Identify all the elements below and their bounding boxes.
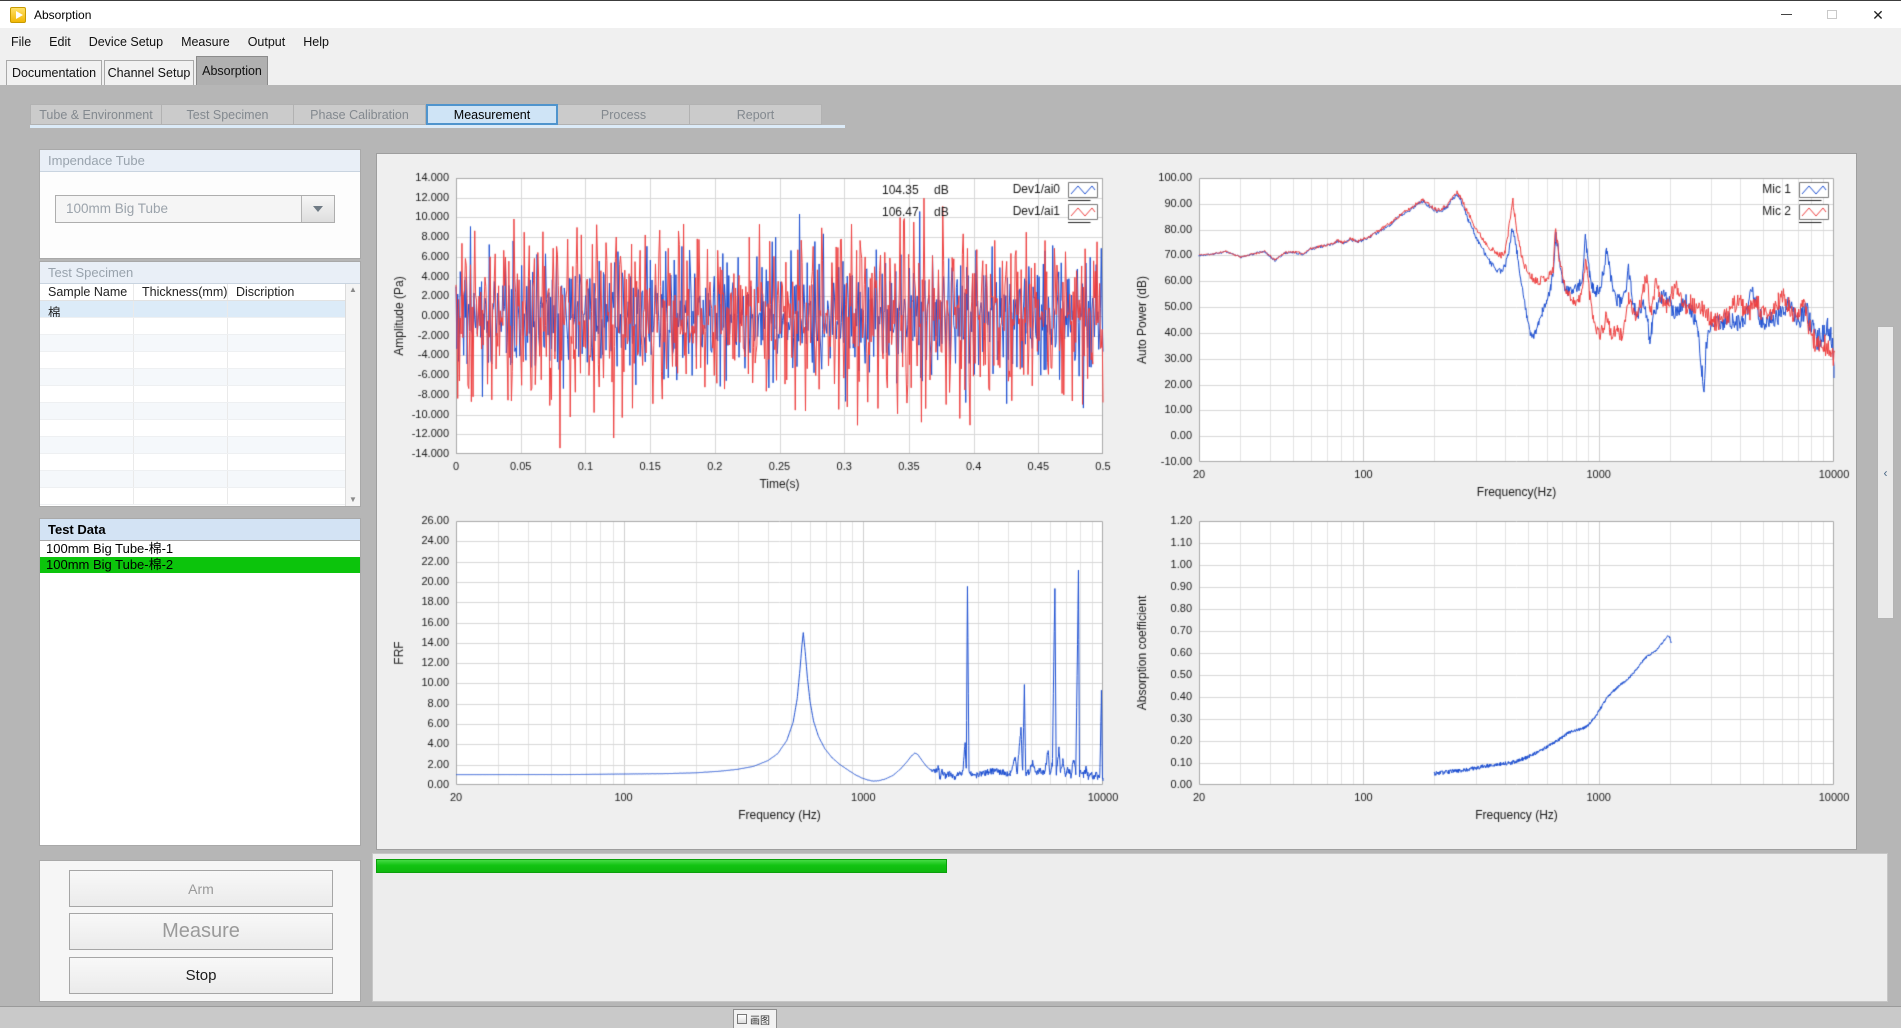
charts-panel (376, 153, 1857, 850)
tube-select-value: 100mm Big Tube (56, 196, 301, 222)
tube-select-combobox[interactable]: 100mm Big Tube (55, 195, 335, 223)
menu-measure[interactable]: Measure (172, 31, 239, 53)
close-button[interactable]: ✕ (1855, 1, 1901, 28)
scroll-down-icon[interactable]: ▼ (346, 495, 360, 505)
stop-button[interactable]: Stop (69, 957, 333, 994)
tab-report[interactable]: Report (690, 104, 822, 125)
measure-button[interactable]: Measure (69, 913, 333, 950)
window-controls: ✕ (1763, 1, 1901, 28)
list-item[interactable]: 100mm Big Tube-棉-2 (40, 557, 360, 573)
drawing-icon (737, 1014, 747, 1024)
chevron-left-icon: ‹ (1884, 466, 1888, 480)
test-data-header: Test Data (39, 518, 361, 540)
table-empty-row (40, 471, 345, 488)
table-empty-row (40, 454, 345, 471)
test-specimen-rows: Sample NameThickness(mm)Discription棉 (40, 284, 345, 506)
table-empty-row (40, 420, 345, 437)
maximize-icon (1827, 10, 1837, 19)
menu-output[interactable]: Output (239, 31, 295, 53)
table-cell (228, 301, 345, 317)
table-empty-row (40, 318, 345, 335)
tab-process[interactable]: Process (558, 104, 690, 125)
application-window: Absorption ✕ FileEditDevice SetupMeasure… (0, 0, 1901, 1028)
menu-device-setup[interactable]: Device Setup (80, 31, 172, 53)
bottom-panel (372, 853, 1888, 1002)
impedance-tube-group: Impendace Tube 100mm Big Tube (39, 149, 361, 259)
maximize-button[interactable] (1809, 1, 1855, 28)
list-item[interactable]: 100mm Big Tube-棉-1 (40, 541, 360, 557)
chevron-down-icon[interactable] (301, 196, 334, 222)
app-icon (10, 7, 26, 23)
impedance-tube-header: Impendace Tube (40, 150, 360, 172)
action-button-group: Arm Measure Stop (39, 860, 361, 1002)
column-header-discription: Discription (228, 284, 345, 300)
table-scrollbar[interactable]: ▲ ▼ (345, 284, 360, 506)
table-cell: 棉 (40, 301, 134, 317)
bottom-strip (0, 1006, 1901, 1028)
table-header-row: Sample NameThickness(mm)Discription (40, 284, 345, 301)
progress-fill (377, 860, 946, 872)
top-tab-bar: DocumentationChannel SetupAbsorption (0, 55, 1901, 85)
column-header-thickness-mm: Thickness(mm) (134, 284, 228, 300)
test-specimen-group: Test Specimen Sample NameThickness(mm)Di… (39, 261, 361, 507)
progress-bar (376, 859, 947, 873)
charts-canvas (377, 154, 1856, 849)
tab-measurement[interactable]: Measurement (426, 104, 558, 125)
table-empty-row (40, 386, 345, 403)
menu-bar: FileEditDevice SetupMeasureOutputHelp (0, 28, 1901, 55)
tab-tube-environment[interactable]: Tube & Environment (30, 104, 162, 125)
minimize-button[interactable] (1763, 1, 1809, 28)
table-empty-row (40, 488, 345, 505)
scroll-up-icon[interactable]: ▲ (346, 285, 360, 295)
table-cell (134, 301, 228, 317)
window-title: Absorption (34, 8, 91, 22)
minimize-icon (1781, 14, 1792, 15)
close-icon: ✕ (1872, 8, 1884, 22)
collapse-panel-handle[interactable]: ‹ (1877, 326, 1894, 619)
bottom-tab-draw[interactable]: 画图 (733, 1009, 777, 1028)
table-empty-row (40, 403, 345, 420)
table-empty-row (40, 437, 345, 454)
tab-underline (30, 125, 845, 128)
tab-phase-calibration[interactable]: Phase Calibration (294, 104, 426, 125)
bottom-tab-label: 画图 (750, 1012, 770, 1027)
top-tab-channel-setup[interactable]: Channel Setup (104, 60, 194, 85)
test-specimen-header: Test Specimen (40, 262, 360, 284)
menu-file[interactable]: File (2, 31, 40, 53)
arm-button[interactable]: Arm (69, 870, 333, 907)
table-empty-row (40, 369, 345, 386)
tab-test-specimen[interactable]: Test Specimen (162, 104, 294, 125)
test-data-list: 100mm Big Tube-棉-1100mm Big Tube-棉-2 (39, 540, 361, 846)
section-tab-bar: Tube & EnvironmentTest SpecimenPhase Cal… (30, 104, 822, 125)
test-specimen-table: Sample NameThickness(mm)Discription棉 ▲ ▼ (40, 284, 360, 506)
menu-help[interactable]: Help (294, 31, 338, 53)
top-tab-documentation[interactable]: Documentation (6, 60, 102, 85)
title-bar: Absorption ✕ (0, 1, 1901, 28)
column-header-sample-name: Sample Name (40, 284, 134, 300)
menu-edit[interactable]: Edit (40, 31, 80, 53)
table-row[interactable]: 棉 (40, 301, 345, 318)
table-empty-row (40, 352, 345, 369)
table-empty-row (40, 335, 345, 352)
top-tab-absorption[interactable]: Absorption (196, 56, 268, 85)
